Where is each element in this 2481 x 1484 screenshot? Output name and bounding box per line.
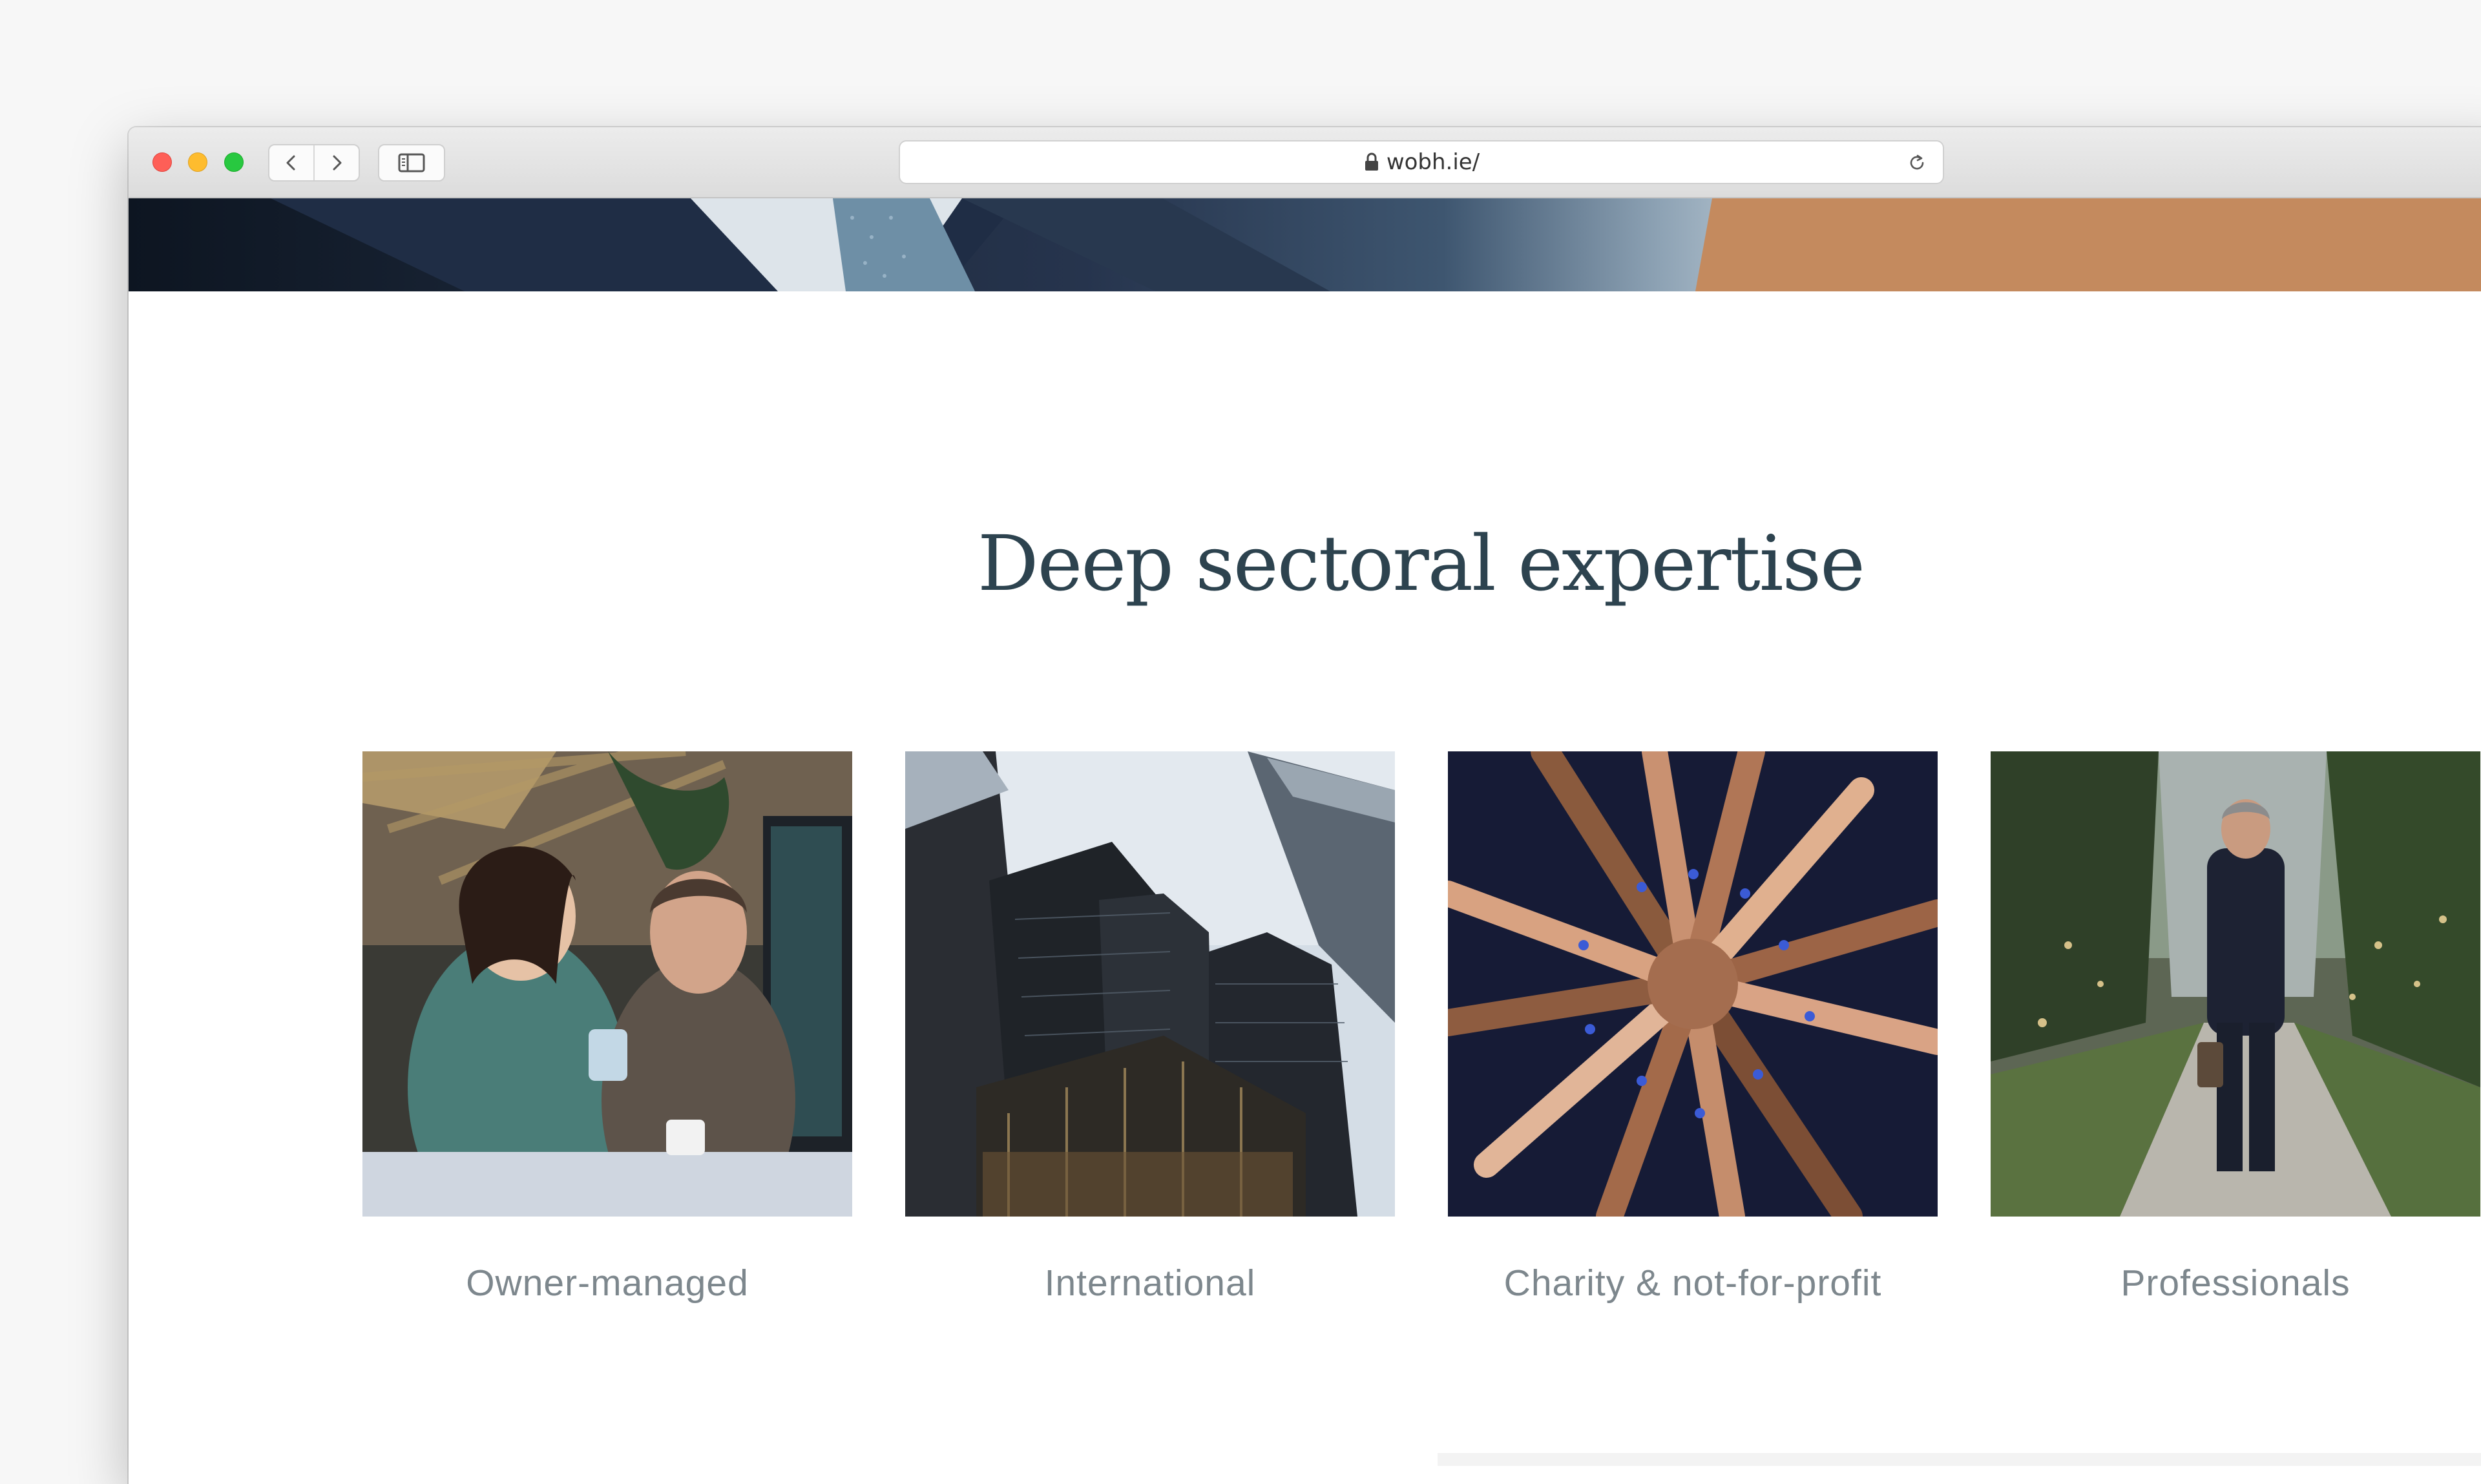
sidebar-icon — [398, 153, 425, 172]
back-button[interactable] — [269, 145, 313, 180]
browser-window: wobh.ie/ Deep sectoral expertise Owner-m… — [129, 127, 2481, 1484]
sector-label: Owner-managed — [466, 1262, 749, 1304]
sector-image-charity — [1448, 751, 1938, 1217]
chevron-right-icon — [333, 155, 342, 171]
sector-label: Charity & not-for-profit — [1503, 1262, 1882, 1304]
next-section-edge — [1438, 1453, 2481, 1466]
sector-card-owner-managed[interactable]: Owner-managed — [362, 751, 852, 1304]
maximize-window-button[interactable] — [224, 152, 244, 172]
address-bar[interactable]: wobh.ie/ — [899, 140, 1944, 184]
hero-banner-image — [129, 198, 2481, 291]
reload-button[interactable] — [1907, 152, 1927, 173]
browser-toolbar: wobh.ie/ — [129, 127, 2481, 198]
sector-card-international[interactable]: International — [905, 751, 1395, 1304]
sidebar-toggle-button[interactable] — [378, 144, 445, 182]
page-content: Deep sectoral expertise Owner-managed In… — [129, 198, 2481, 1484]
hero-accent-shape — [1695, 198, 2481, 291]
chevron-left-icon — [286, 155, 295, 171]
minimize-window-button[interactable] — [188, 152, 207, 172]
section-title: Deep sectoral expertise — [978, 519, 1865, 608]
sector-label: Professionals — [2120, 1262, 2350, 1304]
lock-icon — [1363, 152, 1380, 172]
sector-image-professionals — [1991, 751, 2480, 1217]
sector-image-international — [905, 751, 1395, 1217]
sector-card-professionals[interactable]: Professionals — [1991, 751, 2480, 1304]
forward-button[interactable] — [313, 145, 359, 180]
reload-icon — [1910, 154, 1924, 170]
sector-card-charity[interactable]: Charity & not-for-profit — [1448, 751, 1938, 1304]
navigation-buttons — [268, 144, 360, 182]
sector-label: International — [1044, 1262, 1256, 1304]
close-window-button[interactable] — [152, 152, 172, 172]
url-text: wobh.ie/ — [1386, 149, 1480, 175]
sector-image-owner-managed — [362, 751, 852, 1217]
